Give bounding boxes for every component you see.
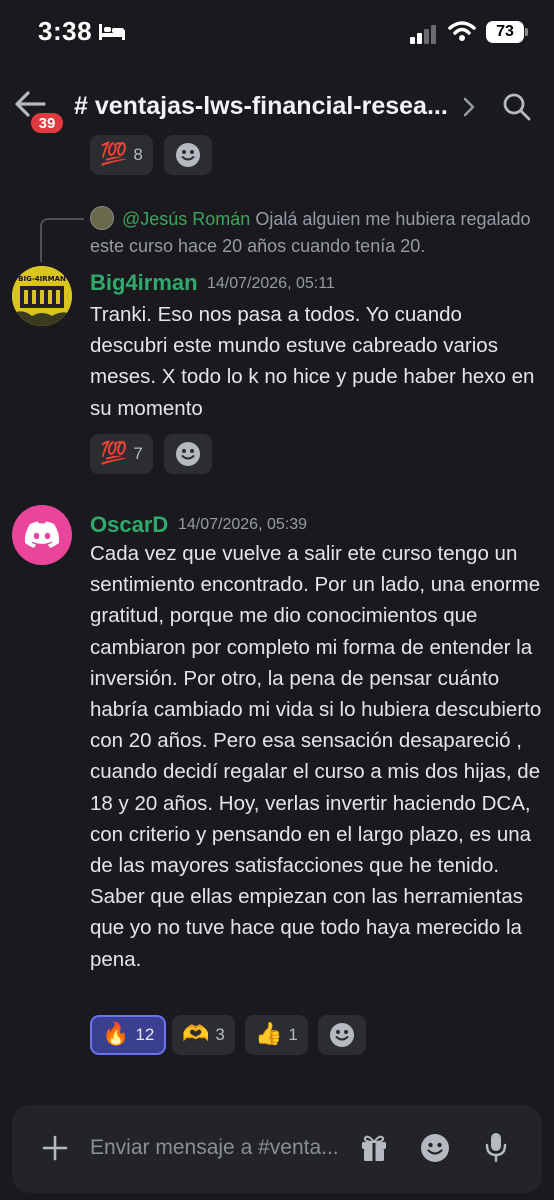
status-bar: 3:38 73 (0, 0, 554, 70)
reaction-fire[interactable]: 🔥 12 (90, 1015, 167, 1055)
reaction-emoji: 💯 (100, 441, 128, 466)
reaction-count: 3 (215, 1025, 225, 1044)
message-timestamp: 14/07/2026, 05:11 (207, 275, 335, 292)
wifi-icon (448, 21, 476, 41)
reaction-hundred[interactable]: 💯 7 (90, 434, 153, 474)
signal-icon (410, 25, 436, 44)
gift-icon[interactable] (360, 1133, 388, 1163)
add-reaction-button[interactable] (164, 434, 212, 474)
search-icon[interactable] (502, 92, 532, 122)
reaction-count: 12 (135, 1025, 155, 1044)
chevron-right-icon[interactable] (462, 96, 476, 118)
avatar-logo-text: BIG-4IRMAN (18, 275, 66, 283)
message-content: Tranki. Eso nos pasa a todos. Yo cuando … (90, 303, 535, 420)
reply-connector (40, 218, 84, 262)
smiley-add-icon (176, 442, 200, 466)
message-composer: Enviar mensaje a #venta... (12, 1105, 542, 1193)
reaction-count: 8 (133, 145, 143, 164)
channel-title[interactable]: # ventajas-lws-financial-resea... (74, 92, 448, 121)
message-author[interactable]: Big4irman (90, 270, 198, 296)
big4irman-avatar-image: BIG-4IRMAN (12, 266, 72, 326)
message-timestamp: 14/07/2026, 05:39 (178, 516, 308, 533)
battery-tip (525, 28, 528, 36)
plus-icon[interactable] (42, 1135, 68, 1161)
bed-icon (99, 24, 125, 40)
microphone-icon[interactable] (484, 1131, 508, 1163)
add-reaction-button[interactable] (164, 135, 212, 175)
message-input[interactable]: Enviar mensaje a #venta... (90, 1136, 339, 1160)
reply-preview[interactable]: @Jesús Román Ojalá alguien me hubiera re… (90, 206, 540, 260)
reaction-heart-hands[interactable]: 🫶 3 (172, 1015, 235, 1055)
add-reaction-button[interactable] (318, 1015, 366, 1055)
reaction-hundred[interactable]: 💯 8 (90, 135, 153, 175)
reaction-thumbs-up[interactable]: 👍 1 (245, 1015, 308, 1055)
reply-author[interactable]: @Jesús Román (122, 209, 250, 229)
message-content: Cada vez que vuelve a salir ete curso te… (90, 542, 542, 971)
reaction-count: 7 (133, 444, 143, 463)
reaction-emoji: 🔥 (102, 1022, 130, 1047)
smiley-add-icon (330, 1023, 354, 1047)
status-time: 3:38 (38, 16, 93, 46)
discord-logo-icon (24, 521, 60, 548)
battery-indicator: 73 (486, 21, 524, 43)
reaction-emoji: 👍 (255, 1022, 283, 1047)
avatar[interactable] (12, 505, 72, 565)
channel-header: 39 # ventajas-lws-financial-resea... (0, 80, 554, 136)
reaction-count: 1 (288, 1025, 298, 1044)
unread-badge: 39 (28, 110, 66, 136)
smiley-add-icon (176, 143, 200, 167)
message-author[interactable]: OscarD (90, 512, 168, 538)
emoji-icon[interactable] (420, 1133, 450, 1163)
avatar[interactable]: BIG-4IRMAN (12, 266, 72, 326)
reaction-emoji: 💯 (100, 142, 128, 167)
reaction-emoji: 🫶 (182, 1022, 210, 1047)
